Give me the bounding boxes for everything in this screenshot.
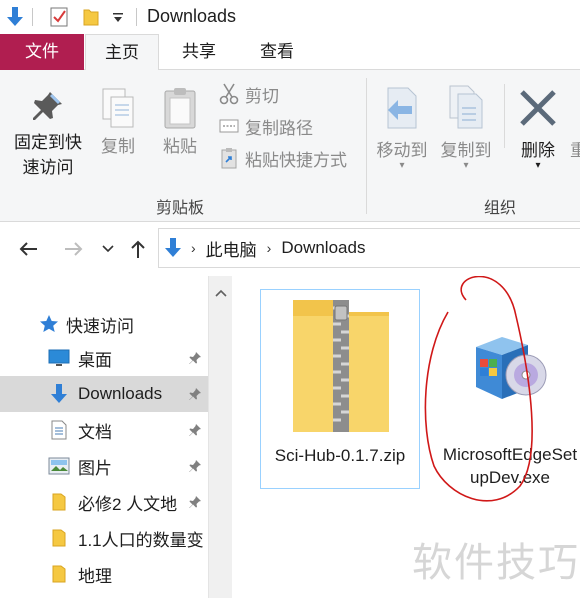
copy-to-icon (436, 80, 496, 136)
cut-button[interactable]: 剪切 (218, 80, 279, 108)
nav-item-desktop[interactable]: 桌面 (0, 340, 208, 376)
cut-label: 剪切 (245, 86, 279, 106)
paste-shortcut-label: 粘贴快捷方式 (245, 150, 347, 170)
pin-icon[interactable] (186, 349, 204, 367)
delete-label: 删除 (521, 141, 555, 160)
copy-label: 复制 (101, 137, 135, 156)
copy-icon (94, 84, 142, 132)
navigation-pane: 快速访问 桌面 Downloads 文档 图片 必修2 人文地 1.1人口的数量… (0, 276, 232, 598)
tab-file[interactable]: 文件 (0, 34, 84, 70)
nav-item-folder-geography-2[interactable]: 必修2 人文地 (0, 484, 208, 520)
nav-label: 必修2 人文地 (78, 494, 178, 514)
ribbon-home: 固定到快 速访问 复制 粘贴 剪切 复制路径 粘贴快捷方式 剪贴板 移动到 ▾ … (0, 70, 580, 222)
pin-label-line1: 固定到快 (14, 133, 82, 152)
tab-share[interactable]: 共享 (160, 34, 238, 70)
copy-to-button[interactable]: 复制到 ▾ (436, 80, 496, 171)
move-to-icon (372, 80, 432, 136)
nav-item-folder-population[interactable]: 1.1人口的数量变 (0, 520, 208, 556)
address-bar[interactable]: › 此电脑 › Downloads (158, 228, 580, 268)
paste-shortcut-button[interactable]: 粘贴快捷方式 (218, 144, 347, 172)
pin-to-quick-access-button[interactable]: 固定到快 速访问 (6, 84, 90, 178)
copy-button[interactable]: 复制 (94, 84, 142, 157)
delete-button[interactable]: 删除 ▾ (510, 80, 566, 171)
nav-item-pictures[interactable]: 图片 (0, 448, 208, 484)
pin-label-line2: 速访问 (22, 158, 74, 177)
scroll-up-arrow-icon[interactable] (209, 284, 233, 302)
folder-icon (48, 564, 70, 584)
copy-to-dropdown-icon: ▾ (463, 160, 469, 171)
window-title: Downloads (147, 6, 237, 26)
tab-home[interactable]: 主页 (85, 34, 159, 71)
up-arrow-icon[interactable] (126, 236, 150, 262)
copy-path-button[interactable]: 复制路径 (218, 112, 313, 140)
customize-toolbar-icon[interactable] (110, 6, 126, 28)
download-arrow-icon (165, 238, 181, 258)
address-row: › 此电脑 › Downloads (0, 222, 580, 276)
copy-path-icon (218, 115, 240, 137)
clipboard-icon (156, 84, 204, 132)
copy-to-label: 复制到 (440, 141, 492, 160)
nav-label: 1.1人口的数量变 (78, 530, 204, 550)
move-to-dropdown-icon: ▾ (399, 160, 405, 171)
nav-item-downloads[interactable]: Downloads (0, 376, 208, 412)
breadcrumb-this-pc[interactable]: 此电脑 (206, 236, 257, 261)
pin-icon[interactable] (186, 457, 204, 475)
group-divider (366, 78, 367, 214)
nav-item-folder-geography[interactable]: 地理 (0, 556, 208, 592)
title-bar: Downloads (0, 0, 580, 34)
scissors-icon (218, 83, 240, 105)
move-to-label: 移动到 (376, 141, 428, 160)
nav-quick-access[interactable]: 快速访问 (0, 306, 208, 342)
breadcrumb-downloads[interactable]: Downloads (281, 238, 365, 258)
pin-icon[interactable] (186, 421, 204, 439)
ribbon-tabs: 文件 主页 共享 查看 (0, 34, 580, 71)
forward-arrow-icon[interactable] (60, 236, 88, 262)
pin-icon[interactable] (186, 493, 204, 511)
recent-locations-chevron-icon[interactable] (98, 236, 118, 262)
back-arrow-icon[interactable] (14, 236, 42, 262)
breadcrumb-chevron-icon[interactable]: › (267, 240, 272, 256)
delete-dropdown-icon: ▾ (535, 160, 541, 171)
nav-scrollbar[interactable] (208, 276, 232, 598)
nav-label: 快速访问 (66, 316, 134, 336)
pin-icon[interactable] (186, 385, 204, 403)
new-folder-icon[interactable] (80, 6, 102, 28)
paste-button[interactable]: 粘贴 (156, 84, 204, 157)
delete-x-icon (510, 80, 566, 136)
properties-icon[interactable] (48, 6, 70, 28)
paste-shortcut-icon (218, 147, 240, 169)
desktop-icon (48, 348, 70, 368)
folder-icon (48, 528, 70, 548)
document-icon (48, 420, 70, 440)
paste-label: 粘贴 (163, 137, 197, 156)
download-arrow-icon (48, 384, 70, 404)
watermark: 软件技巧 (412, 540, 580, 586)
move-to-button[interactable]: 移动到 ▾ (372, 80, 432, 171)
picture-icon (48, 456, 70, 476)
nav-item-documents[interactable]: 文档 (0, 412, 208, 448)
copy-path-label: 复制路径 (245, 118, 313, 138)
toolbar-divider (136, 8, 137, 26)
pin-icon (6, 84, 90, 128)
button-divider (504, 84, 505, 148)
breadcrumb-chevron-icon[interactable]: › (191, 240, 196, 256)
download-arrow-icon[interactable] (4, 6, 26, 28)
toolbar-divider (32, 8, 33, 26)
star-icon (38, 314, 60, 334)
rename-button[interactable]: 重 (570, 136, 580, 161)
folder-icon (48, 492, 70, 512)
tab-view[interactable]: 查看 (238, 34, 316, 70)
organize-group-label: 组织 (484, 200, 517, 217)
clipboard-group-label: 剪贴板 (156, 200, 205, 217)
nav-label: 地理 (78, 566, 112, 586)
